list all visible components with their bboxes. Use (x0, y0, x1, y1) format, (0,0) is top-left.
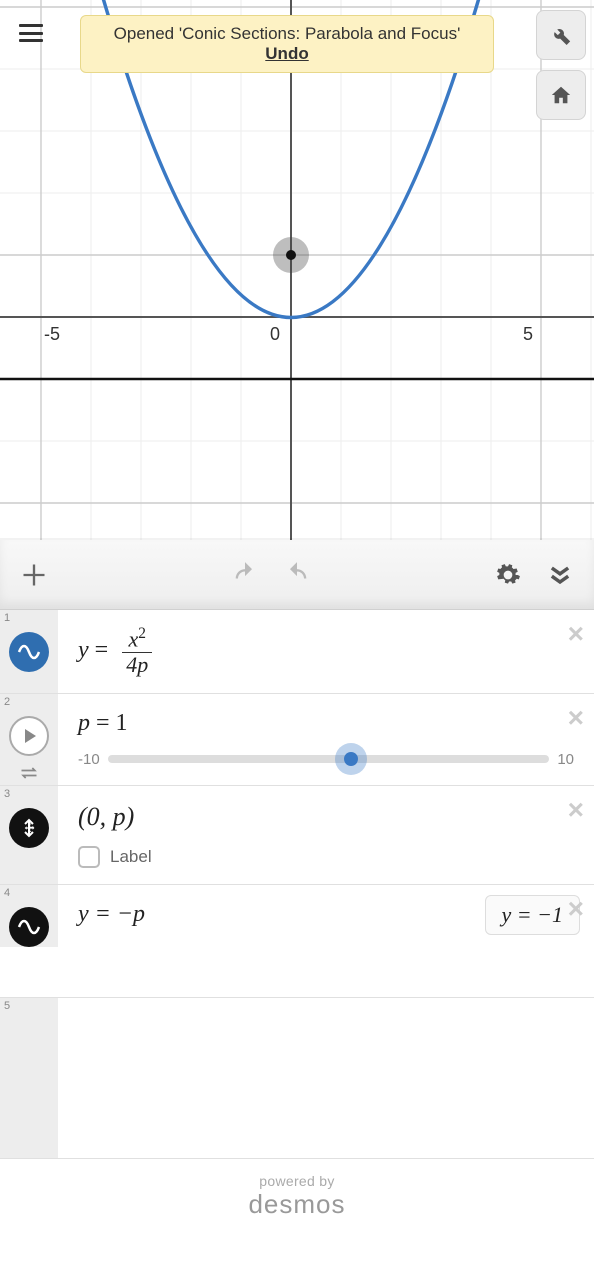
expression-input[interactable]: y = −p y = −1 (58, 885, 594, 947)
expression-row[interactable]: 3 (0, p) Label × (0, 786, 594, 885)
wrench-button[interactable] (536, 10, 586, 60)
toast-notification: Opened 'Conic Sections: Parabola and Foc… (80, 15, 494, 73)
delete-row-button[interactable]: × (568, 893, 584, 925)
label-checkbox-text: Label (110, 847, 152, 867)
arrows-icon (19, 766, 39, 780)
slider-track[interactable] (108, 755, 550, 763)
toast-message: Opened 'Conic Sections: Parabola and Foc… (114, 24, 461, 43)
evaluated-result: y = −1 (485, 895, 580, 935)
slider-var: p (78, 710, 90, 736)
expression-gutter[interactable]: 2 (0, 694, 58, 785)
graph-canvas[interactable]: -5 0 5 (0, 0, 594, 540)
undo-link[interactable]: Undo (265, 44, 308, 63)
expression-gutter[interactable]: 4 (0, 885, 58, 947)
hamburger-menu-button[interactable] (8, 10, 54, 56)
expression-row[interactable]: 2 p = 1 -10 10 × (0, 694, 594, 786)
delete-row-button[interactable]: × (568, 702, 584, 734)
plus-icon (20, 561, 48, 589)
expression-input[interactable] (58, 998, 594, 1158)
row-index: 3 (4, 788, 10, 800)
tick-5: 5 (523, 324, 533, 344)
line-text: y = −p (78, 901, 145, 927)
focus-point[interactable] (286, 250, 296, 260)
wrench-icon (550, 24, 572, 46)
slider-value: 1 (116, 710, 128, 736)
undo-icon (231, 561, 259, 589)
slider-max[interactable]: 10 (557, 751, 574, 768)
row-index: 1 (4, 612, 10, 624)
collapse-button[interactable] (538, 553, 582, 597)
expression-input[interactable]: y = x2 4p (58, 610, 594, 693)
expression-gutter[interactable]: 1 (0, 610, 58, 693)
visibility-toggle[interactable] (9, 632, 49, 672)
settings-button[interactable] (486, 553, 530, 597)
wave-icon (17, 640, 41, 664)
row-index: 2 (4, 696, 10, 708)
brand-name: desmos (0, 1189, 594, 1220)
visibility-toggle[interactable] (9, 907, 49, 947)
delete-row-button[interactable]: × (568, 618, 584, 650)
expression-row[interactable]: 5 (0, 998, 594, 1159)
play-icon (17, 724, 41, 748)
home-icon (550, 84, 572, 106)
expression-input[interactable]: (0, p) Label (58, 786, 594, 884)
footer: powered by desmos (0, 1159, 594, 1250)
expression-input[interactable]: p = 1 -10 10 (58, 694, 594, 785)
play-animation-button[interactable] (9, 716, 49, 756)
chevron-double-down-icon (546, 561, 574, 589)
expression-row[interactable]: 4 y = −p y = −1 × (0, 885, 594, 998)
tick-zero: 0 (270, 324, 280, 344)
slider-mode-button[interactable] (19, 766, 39, 785)
undo-button[interactable] (223, 553, 267, 597)
lhs: y (78, 637, 89, 663)
wave-icon (17, 915, 41, 939)
home-button[interactable] (536, 70, 586, 120)
point-text: (0, p) (78, 802, 134, 831)
hamburger-icon (19, 24, 43, 42)
redo-button[interactable] (275, 553, 319, 597)
row-index: 5 (4, 1000, 10, 1012)
slider-min[interactable]: -10 (78, 751, 100, 768)
slider-thumb[interactable] (335, 743, 367, 775)
tick-minus5: -5 (44, 324, 60, 344)
row-index: 4 (4, 887, 10, 899)
expression-row[interactable]: 1 y = x2 4p × (0, 610, 594, 694)
gear-icon (495, 562, 521, 588)
expression-list: 1 y = x2 4p × 2 p = (0, 610, 594, 1159)
label-checkbox[interactable] (78, 846, 100, 868)
expression-gutter[interactable]: 3 (0, 786, 58, 884)
add-expression-button[interactable] (12, 553, 56, 597)
expression-gutter[interactable]: 5 (0, 998, 58, 1158)
expression-toolbar (0, 540, 594, 610)
move-icon (17, 816, 41, 840)
redo-icon (283, 561, 311, 589)
graph-area[interactable]: -5 0 5 Opened 'Conic Sections: Parabola … (0, 0, 594, 540)
delete-row-button[interactable]: × (568, 794, 584, 826)
powered-by-label: powered by (0, 1173, 594, 1189)
point-style-button[interactable] (9, 808, 49, 848)
